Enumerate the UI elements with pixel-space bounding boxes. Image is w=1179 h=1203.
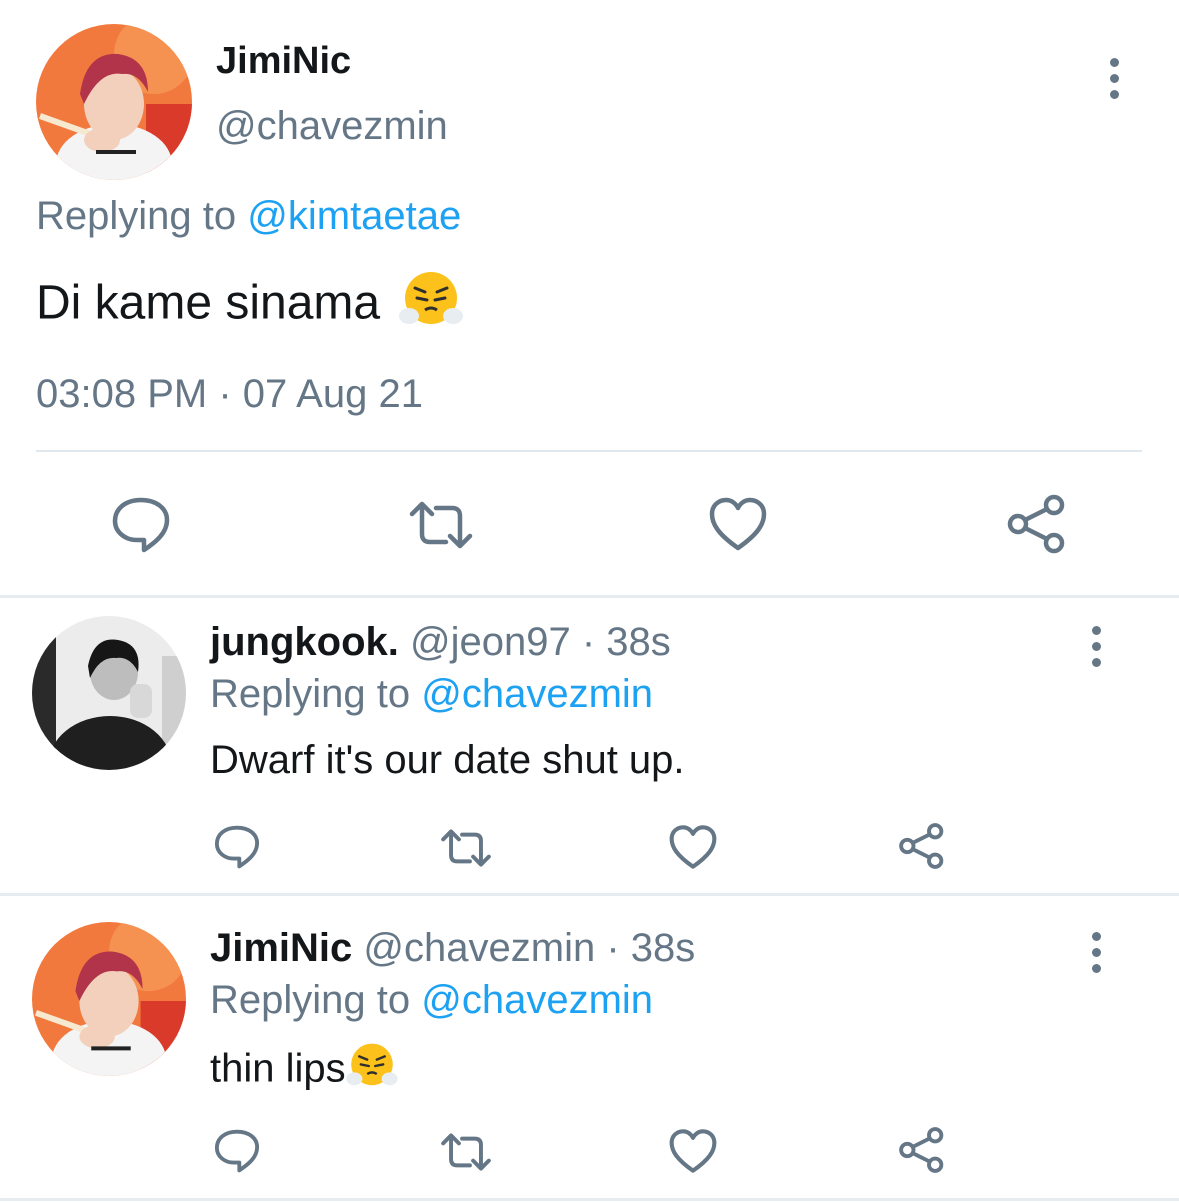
reply-time: · 38s <box>606 926 696 970</box>
user-handle[interactable]: @chavezmin <box>216 104 448 149</box>
replying-to: Replying to @kimtaetae <box>36 194 461 239</box>
tweet-text-body: Di kame sinama <box>36 276 381 330</box>
comment-icon[interactable] <box>213 824 261 870</box>
reply-header: JimiNic @chavezmin · 38s <box>210 926 695 971</box>
avatar[interactable] <box>32 922 186 1076</box>
section-divider <box>0 1198 1179 1201</box>
replying-to: Replying to @chavezmin <box>210 672 653 717</box>
avatar[interactable] <box>32 616 186 770</box>
display-name[interactable]: jungkook. <box>210 620 399 664</box>
reply-text-body: thin lips <box>210 1046 346 1091</box>
comment-icon[interactable] <box>110 496 172 554</box>
reply-header: jungkook. @jeon97 · 38s <box>210 620 671 665</box>
tweet-timestamp: 03:08 PM · 07 Aug 21 <box>36 372 423 416</box>
replying-prefix: Replying to <box>210 978 411 1022</box>
user-handle[interactable]: @jeon97 <box>410 620 571 664</box>
reply-time: · 38s <box>581 620 671 664</box>
replying-handle-link[interactable]: @chavezmin <box>421 978 653 1022</box>
tweet-text: Di kame sinama <box>36 270 464 342</box>
replying-prefix: Replying to <box>36 194 237 238</box>
reply-text: Dwarf it's our date shut up. <box>210 738 685 782</box>
replying-handle-link[interactable]: @chavezmin <box>421 672 653 716</box>
retweet-icon[interactable] <box>440 828 492 868</box>
display-name[interactable]: JimiNic <box>210 926 352 970</box>
display-name[interactable]: JimiNic <box>216 40 351 83</box>
more-vertical-icon[interactable] <box>1092 932 1102 980</box>
replying-handle-link[interactable]: @kimtaetae <box>247 194 461 238</box>
heart-icon[interactable] <box>668 1128 718 1174</box>
more-vertical-icon[interactable] <box>1110 58 1120 106</box>
replying-to: Replying to @chavezmin <box>210 978 653 1023</box>
heart-icon[interactable] <box>708 496 768 552</box>
section-divider <box>0 595 1179 598</box>
steam-face-emoji-icon <box>346 1042 398 1100</box>
divider <box>36 450 1142 452</box>
steam-face-emoji-icon <box>399 270 464 342</box>
section-divider <box>0 893 1179 896</box>
share-icon[interactable] <box>898 822 946 870</box>
avatar[interactable] <box>36 24 192 180</box>
more-vertical-icon[interactable] <box>1092 626 1102 674</box>
retweet-icon[interactable] <box>408 500 474 550</box>
comment-icon[interactable] <box>213 1128 261 1174</box>
share-icon[interactable] <box>1006 494 1068 554</box>
reply-text: thin lips <box>210 1042 398 1100</box>
retweet-icon[interactable] <box>440 1132 492 1172</box>
share-icon[interactable] <box>898 1126 946 1174</box>
user-handle[interactable]: @chavezmin <box>363 926 595 970</box>
heart-icon[interactable] <box>668 824 718 870</box>
replying-prefix: Replying to <box>210 672 411 716</box>
